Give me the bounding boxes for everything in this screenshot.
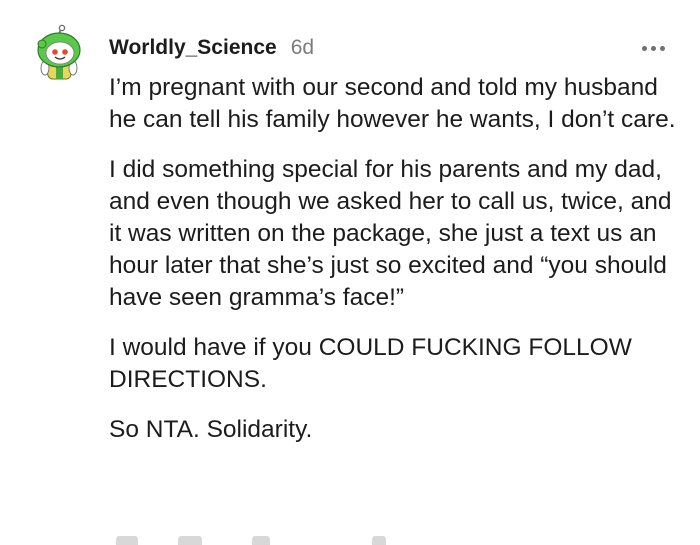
snoo-avatar-icon[interactable] <box>34 24 84 80</box>
cut-off-action <box>372 536 386 545</box>
more-dot <box>650 45 656 51</box>
comment-age: 6d <box>290 36 315 59</box>
comment-header: Worldly_Science 6d <box>109 36 314 60</box>
cut-off-action <box>178 536 202 545</box>
comment-paragraph: I’m pregnant with our second and told my… <box>109 74 676 133</box>
comment-paragraph: So NTA. Solidarity. <box>109 416 313 443</box>
username-link[interactable]: Worldly_Science <box>109 36 277 60</box>
comment-paragraph: I did something special for his parents … <box>109 156 672 311</box>
cut-off-action <box>252 536 270 545</box>
comment: Worldly_Science 6d I’m pregnant with our… <box>0 0 700 545</box>
more-options-icon[interactable] <box>636 36 670 60</box>
more-dot <box>659 45 665 51</box>
more-dot <box>641 45 647 51</box>
comment-body: I’m pregnant with our second and told my… <box>109 72 679 464</box>
comment-paragraph: I would have if you COULD FUCKING FOLLOW… <box>109 334 632 393</box>
cut-off-action <box>116 536 138 545</box>
